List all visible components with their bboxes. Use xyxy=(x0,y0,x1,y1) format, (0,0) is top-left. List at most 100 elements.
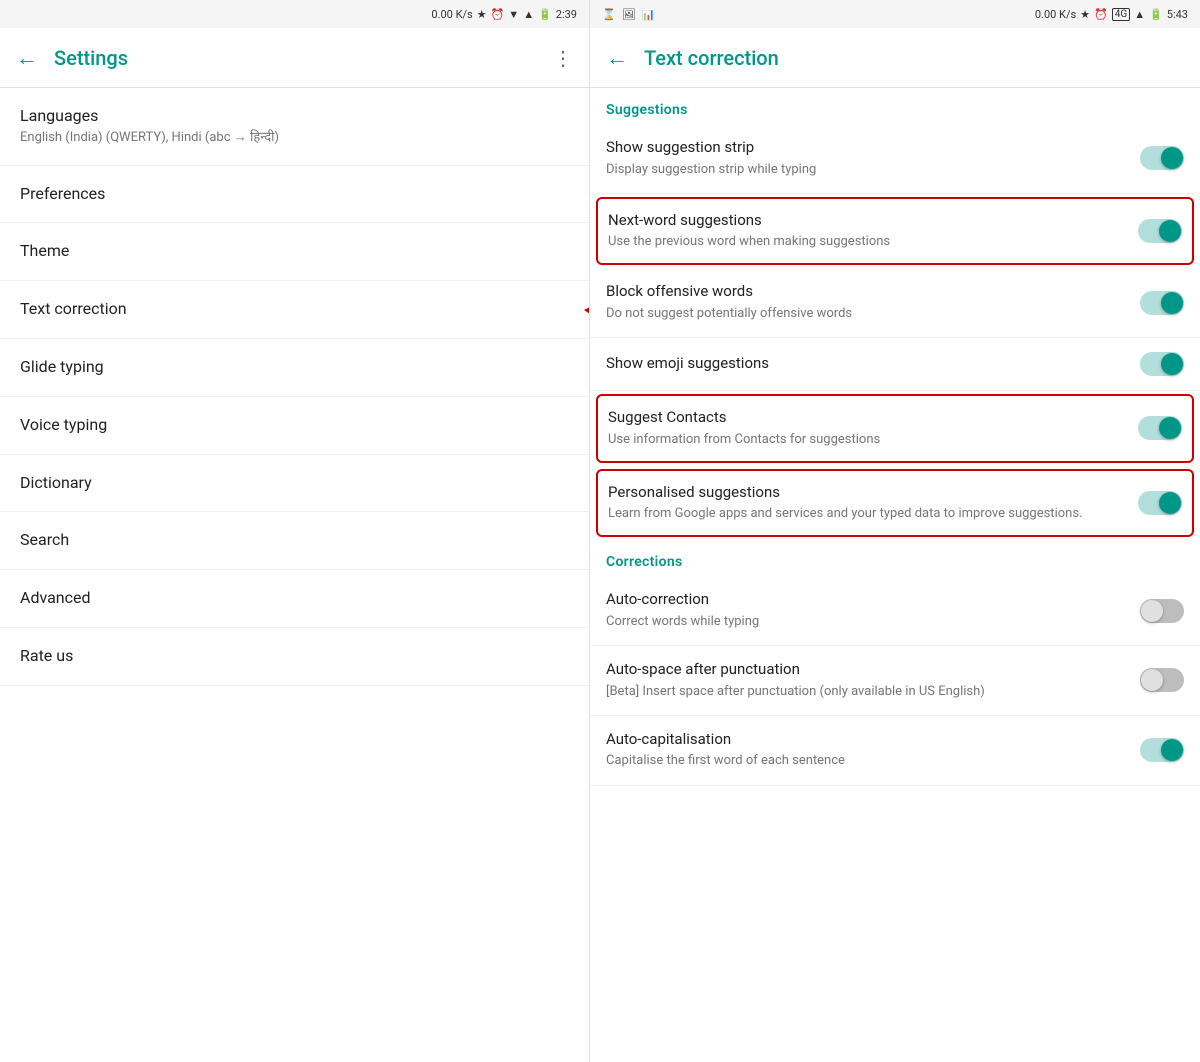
setting-text-personalised-suggestions: Personalised suggestions Learn from Goog… xyxy=(608,483,1138,524)
setting-title-auto-correction: Auto-correction xyxy=(606,590,1128,610)
toggle-auto-capitalisation[interactable] xyxy=(1140,738,1184,762)
setting-subtitle-auto-space: [Beta] Insert space after punctuation (o… xyxy=(606,683,1128,701)
toggle-auto-space[interactable] xyxy=(1140,668,1184,692)
setting-text-next-word-suggestions: Next-word suggestions Use the previous w… xyxy=(608,211,1138,252)
toggle-knob-auto-space xyxy=(1141,669,1163,691)
setting-text-show-suggestion-strip: Show suggestion strip Display suggestion… xyxy=(606,138,1140,179)
toggle-block-offensive-words[interactable] xyxy=(1140,291,1184,315)
nav-item-advanced-title: Advanced xyxy=(20,588,573,609)
setting-subtitle-show-suggestion-strip: Display suggestion strip while typing xyxy=(606,161,1128,179)
right-back-button[interactable]: ← xyxy=(606,45,628,71)
setting-text-show-emoji-suggestions: Show emoji suggestions xyxy=(606,354,1140,374)
nav-item-rate-us[interactable]: Rate us xyxy=(0,628,589,686)
setting-personalised-suggestions[interactable]: Personalised suggestions Learn from Goog… xyxy=(596,469,1194,538)
nav-item-text-correction-title: Text correction xyxy=(20,299,573,320)
setting-text-auto-correction: Auto-correction Correct words while typi… xyxy=(606,590,1140,631)
image-icon: 🖼 xyxy=(622,8,636,21)
left-title: Settings xyxy=(54,46,537,70)
toggle-knob-personalised-suggestions xyxy=(1159,492,1181,514)
setting-subtitle-auto-correction: Correct words while typing xyxy=(606,613,1128,631)
corrections-section-header: Corrections xyxy=(590,540,1200,576)
nav-item-glide-typing-title: Glide typing xyxy=(20,357,573,378)
right-header: ← Text correction xyxy=(590,28,1200,88)
setting-text-auto-capitalisation: Auto-capitalisation Capitalise the first… xyxy=(606,730,1140,771)
setting-auto-capitalisation[interactable]: Auto-capitalisation Capitalise the first… xyxy=(590,716,1200,786)
left-time: 2:39 xyxy=(556,8,577,21)
hourglass-icon: ⌛ xyxy=(602,8,616,21)
nav-item-theme-title: Theme xyxy=(20,241,573,262)
right-4g-icon: 4G xyxy=(1112,8,1130,21)
nav-item-languages-title: Languages xyxy=(20,106,573,127)
setting-title-auto-space: Auto-space after punctuation xyxy=(606,660,1128,680)
nav-item-preferences-title: Preferences xyxy=(20,184,573,205)
toggle-auto-correction[interactable] xyxy=(1140,599,1184,623)
toggle-knob-block-offensive-words xyxy=(1161,292,1183,314)
left-status-bar: 0.00 K/s ★ ⏰ ▼ ▲ 🔋 2:39 xyxy=(0,0,589,28)
more-options-button[interactable]: ⋮ xyxy=(553,46,573,70)
nav-item-glide-typing[interactable]: Glide typing xyxy=(0,339,589,397)
right-alarm-icon: ⏰ xyxy=(1094,8,1108,21)
left-speed: 0.00 K/s xyxy=(431,8,472,21)
nav-item-theme[interactable]: Theme xyxy=(0,223,589,281)
setting-title-show-suggestion-strip: Show suggestion strip xyxy=(606,138,1128,158)
setting-auto-correction[interactable]: Auto-correction Correct words while typi… xyxy=(590,576,1200,646)
setting-suggest-contacts[interactable]: Suggest Contacts Use information from Co… xyxy=(596,394,1194,463)
nav-item-voice-typing-title: Voice typing xyxy=(20,415,573,436)
setting-subtitle-personalised-suggestions: Learn from Google apps and services and … xyxy=(608,505,1126,523)
nav-item-advanced[interactable]: Advanced xyxy=(0,570,589,628)
setting-title-auto-capitalisation: Auto-capitalisation xyxy=(606,730,1128,750)
suggestions-section-header: Suggestions xyxy=(590,88,1200,124)
alarm-icon: ⏰ xyxy=(491,8,505,21)
toggle-next-word-suggestions[interactable] xyxy=(1138,219,1182,243)
setting-show-emoji-suggestions[interactable]: Show emoji suggestions xyxy=(590,338,1200,391)
setting-subtitle-next-word-suggestions: Use the previous word when making sugges… xyxy=(608,233,1126,251)
toggle-knob-next-word-suggestions xyxy=(1159,220,1181,242)
nav-item-voice-typing[interactable]: Voice typing xyxy=(0,397,589,455)
setting-next-word-suggestions[interactable]: Next-word suggestions Use the previous w… xyxy=(596,197,1194,266)
right-battery-icon: 🔋 xyxy=(1149,8,1163,21)
right-bluetooth-icon: ★ xyxy=(1080,8,1090,21)
setting-subtitle-auto-capitalisation: Capitalise the first word of each senten… xyxy=(606,752,1128,770)
setting-title-block-offensive-words: Block offensive words xyxy=(606,282,1128,302)
setting-title-show-emoji-suggestions: Show emoji suggestions xyxy=(606,354,1128,374)
right-status-left-icons: ⌛ 🖼 📊 xyxy=(602,8,655,21)
toggle-personalised-suggestions[interactable] xyxy=(1138,491,1182,515)
nav-item-languages-subtitle: English (India) (QWERTY), Hindi (abc → ह… xyxy=(20,130,573,147)
toggle-show-emoji-suggestions[interactable] xyxy=(1140,352,1184,376)
nav-item-languages[interactable]: Languages English (India) (QWERTY), Hind… xyxy=(0,88,589,166)
nav-list: Languages English (India) (QWERTY), Hind… xyxy=(0,88,589,1062)
toggle-suggest-contacts[interactable] xyxy=(1138,416,1182,440)
right-signal-icon: ▲ xyxy=(1134,8,1145,21)
setting-block-offensive-words[interactable]: Block offensive words Do not suggest pot… xyxy=(590,268,1200,338)
toggle-knob-suggest-contacts xyxy=(1159,417,1181,439)
battery-icon: 🔋 xyxy=(538,8,552,21)
nav-item-text-correction[interactable]: Text correction xyxy=(0,281,589,339)
signal-icon: ▲ xyxy=(523,8,534,21)
toggle-show-suggestion-strip[interactable] xyxy=(1140,146,1184,170)
toggle-knob-auto-correction xyxy=(1141,600,1163,622)
bluetooth-icon: ★ xyxy=(477,8,487,21)
nav-item-rate-us-title: Rate us xyxy=(20,646,573,667)
nav-item-preferences[interactable]: Preferences xyxy=(0,166,589,224)
toggle-knob-show-emoji-suggestions xyxy=(1161,353,1183,375)
setting-text-suggest-contacts: Suggest Contacts Use information from Co… xyxy=(608,408,1138,449)
settings-content: Suggestions Show suggestion strip Displa… xyxy=(590,88,1200,1062)
setting-title-personalised-suggestions: Personalised suggestions xyxy=(608,483,1126,503)
nav-item-search[interactable]: Search xyxy=(0,512,589,570)
nav-item-dictionary[interactable]: Dictionary xyxy=(0,455,589,513)
right-speed: 0.00 K/s xyxy=(1035,8,1076,21)
right-status-bar: ⌛ 🖼 📊 0.00 K/s ★ ⏰ 4G ▲ 🔋 5:43 xyxy=(590,0,1200,28)
setting-auto-space[interactable]: Auto-space after punctuation [Beta] Inse… xyxy=(590,646,1200,716)
setting-subtitle-suggest-contacts: Use information from Contacts for sugges… xyxy=(608,431,1126,449)
left-back-button[interactable]: ← xyxy=(16,45,38,71)
setting-show-suggestion-strip[interactable]: Show suggestion strip Display suggestion… xyxy=(590,124,1200,194)
nav-item-search-title: Search xyxy=(20,530,573,551)
setting-title-suggest-contacts: Suggest Contacts xyxy=(608,408,1126,428)
setting-text-block-offensive-words: Block offensive words Do not suggest pot… xyxy=(606,282,1140,323)
annotation-arrow xyxy=(584,275,589,345)
left-panel: 0.00 K/s ★ ⏰ ▼ ▲ 🔋 2:39 ← Settings ⋮ Lan… xyxy=(0,0,590,1062)
right-time: 5:43 xyxy=(1167,8,1188,21)
nav-item-dictionary-title: Dictionary xyxy=(20,473,573,494)
toggle-knob-auto-capitalisation xyxy=(1161,739,1183,761)
right-panel: ⌛ 🖼 📊 0.00 K/s ★ ⏰ 4G ▲ 🔋 5:43 ← Text co… xyxy=(590,0,1200,1062)
